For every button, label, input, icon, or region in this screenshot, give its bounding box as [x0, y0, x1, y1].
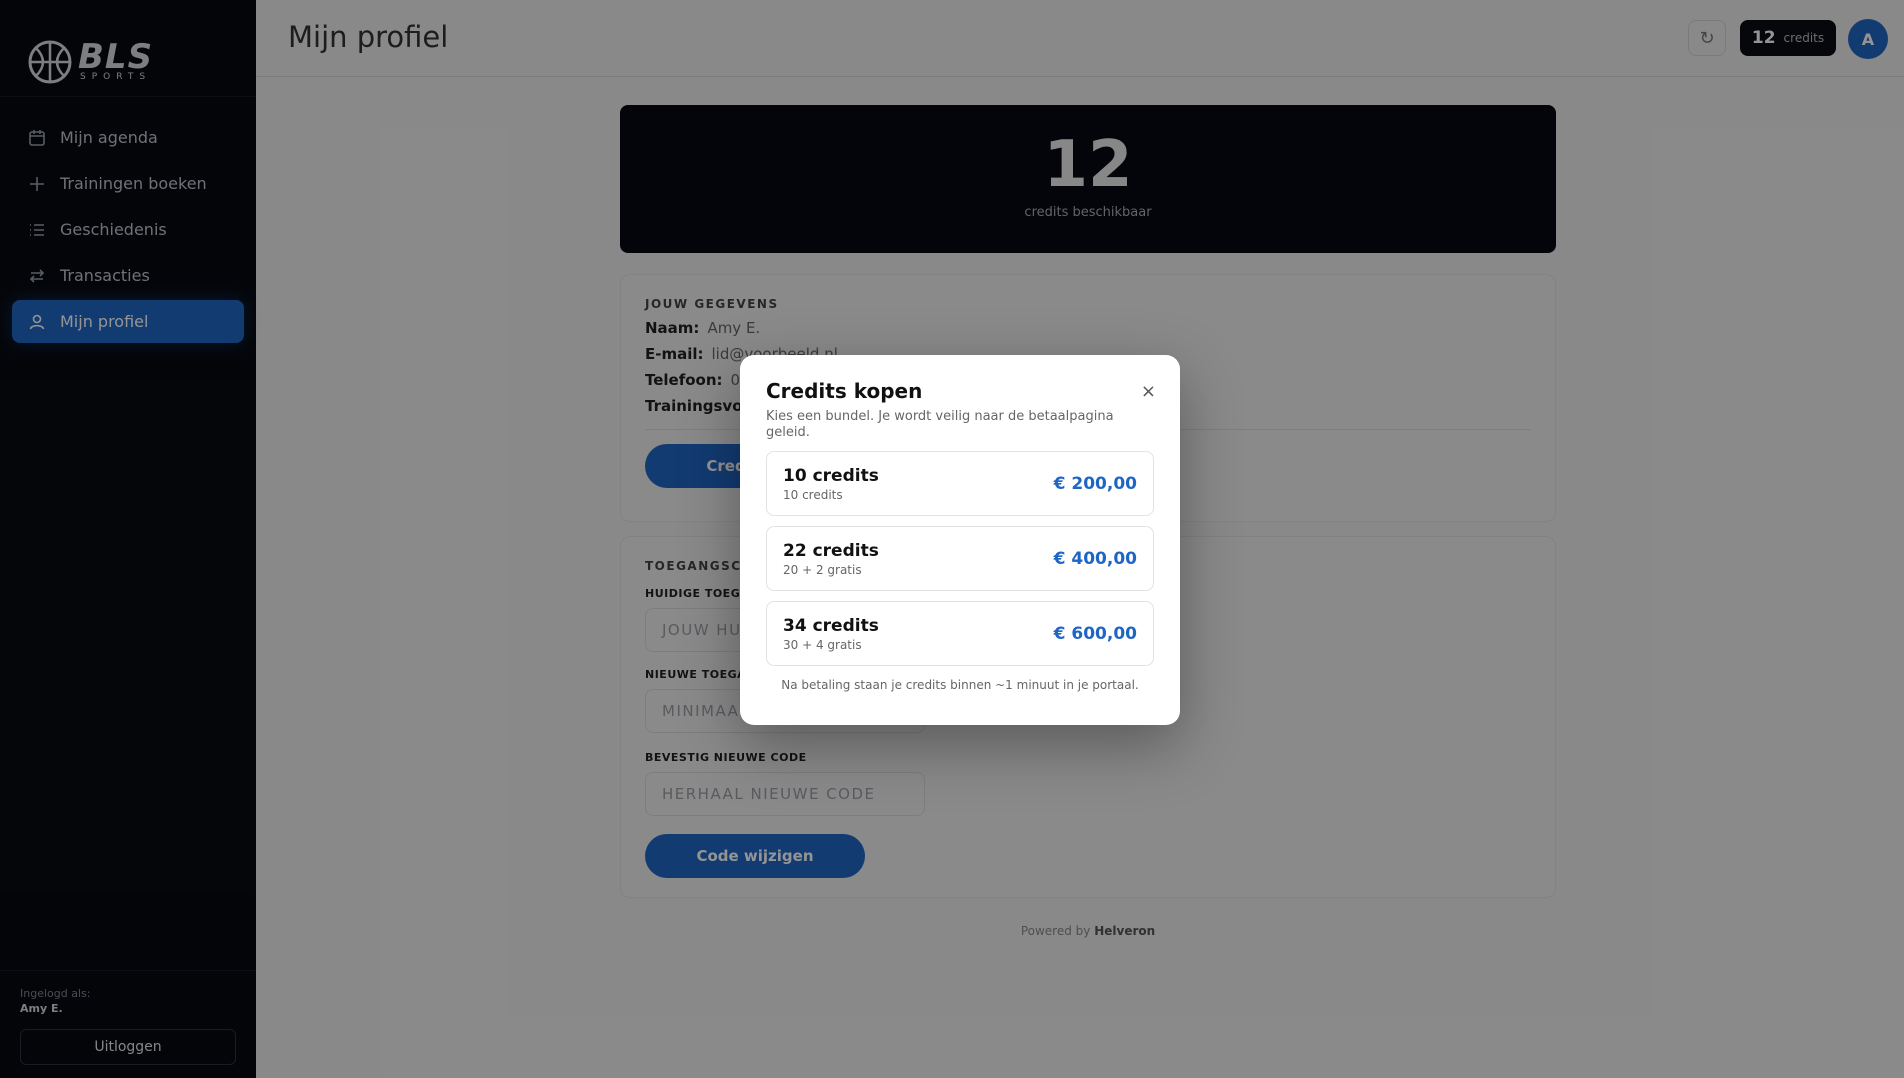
bundle-option-10[interactable]: 10 credits 10 credits € 200,00	[766, 451, 1154, 516]
bundle-title: 10 credits	[783, 465, 879, 486]
buy-credits-modal: Credits kopen × Kies een bundel. Je word…	[740, 355, 1180, 725]
bundle-price: € 600,00	[1053, 623, 1137, 644]
close-icon[interactable]: ×	[1141, 381, 1156, 402]
bundle-price: € 200,00	[1053, 473, 1137, 494]
bundle-price: € 400,00	[1053, 548, 1137, 569]
bundle-title: 34 credits	[783, 615, 879, 636]
modal-title: Credits kopen	[766, 379, 923, 403]
modal-note: Na betaling staan je credits binnen ~1 m…	[781, 678, 1139, 692]
bundle-subtitle: 10 credits	[783, 487, 843, 502]
bundle-option-22[interactable]: 22 credits 20 + 2 gratis € 400,00	[766, 526, 1154, 591]
bundle-title: 22 credits	[783, 540, 879, 561]
modal-description: Kies een bundel. Je wordt veilig naar de…	[766, 409, 1114, 440]
bundle-subtitle: 30 + 4 gratis	[783, 637, 862, 652]
bundle-option-34[interactable]: 34 credits 30 + 4 gratis € 600,00	[766, 601, 1154, 666]
bundle-subtitle: 20 + 2 gratis	[783, 562, 862, 577]
